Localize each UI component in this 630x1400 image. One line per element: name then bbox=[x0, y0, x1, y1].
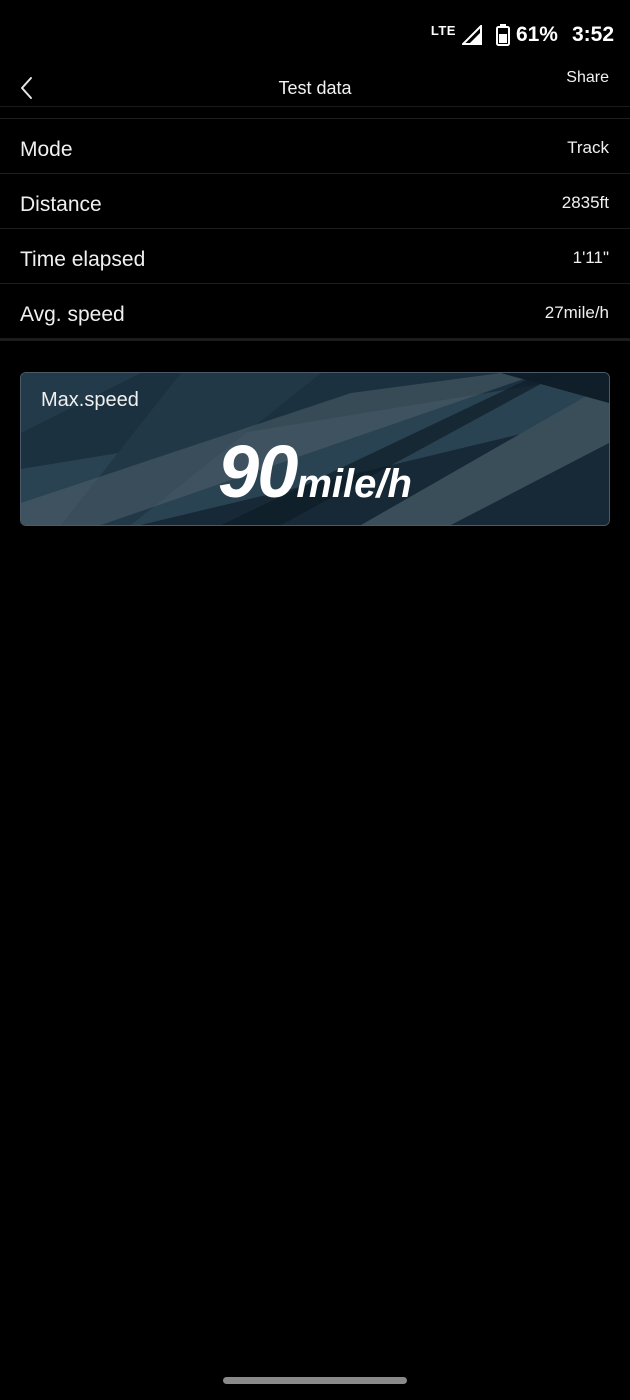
battery-percent: 61% bbox=[515, 23, 558, 46]
avg-speed-label: Avg. speed bbox=[20, 303, 125, 326]
clock: 3:52 bbox=[571, 23, 614, 46]
mode-value: Track bbox=[567, 138, 609, 157]
mode-row: Mode Track bbox=[0, 119, 630, 174]
max-speed-readout: 90mile/h bbox=[21, 429, 609, 514]
mode-label: Mode bbox=[20, 138, 73, 161]
avg-speed-value: 27mile/h bbox=[544, 303, 609, 322]
max-speed-value: 90 bbox=[218, 430, 298, 513]
lte-icon: LTE bbox=[430, 22, 456, 38]
home-indicator[interactable] bbox=[223, 1377, 407, 1384]
test-data-list: Mode Track Distance 2835ft Time elapsed … bbox=[0, 118, 630, 341]
battery-icon bbox=[495, 24, 510, 46]
page-title: Test data bbox=[278, 78, 352, 98]
status-icons: LTE 61% 3:52 bbox=[431, 20, 614, 50]
max-speed-card: Max.speed 90mile/h bbox=[20, 372, 610, 526]
status-bar: LTE 61% 3:52 bbox=[0, 0, 630, 68]
share-button[interactable]: Share bbox=[566, 69, 609, 87]
time-elapsed-label: Time elapsed bbox=[20, 248, 146, 271]
distance-row: Distance 2835ft bbox=[0, 174, 630, 229]
time-elapsed-value: 1'11" bbox=[572, 248, 609, 267]
max-speed-unit: mile/h bbox=[296, 462, 412, 506]
avg-speed-row: Avg. speed 27mile/h bbox=[0, 284, 630, 341]
time-elapsed-row: Time elapsed 1'11" bbox=[0, 229, 630, 284]
distance-label: Distance bbox=[20, 193, 102, 216]
app-header: Test data Share bbox=[0, 60, 630, 106]
distance-value: 2835ft bbox=[561, 193, 609, 212]
signal-icon bbox=[461, 25, 482, 45]
header-divider bbox=[0, 106, 630, 107]
max-speed-label: Max.speed bbox=[41, 389, 139, 411]
